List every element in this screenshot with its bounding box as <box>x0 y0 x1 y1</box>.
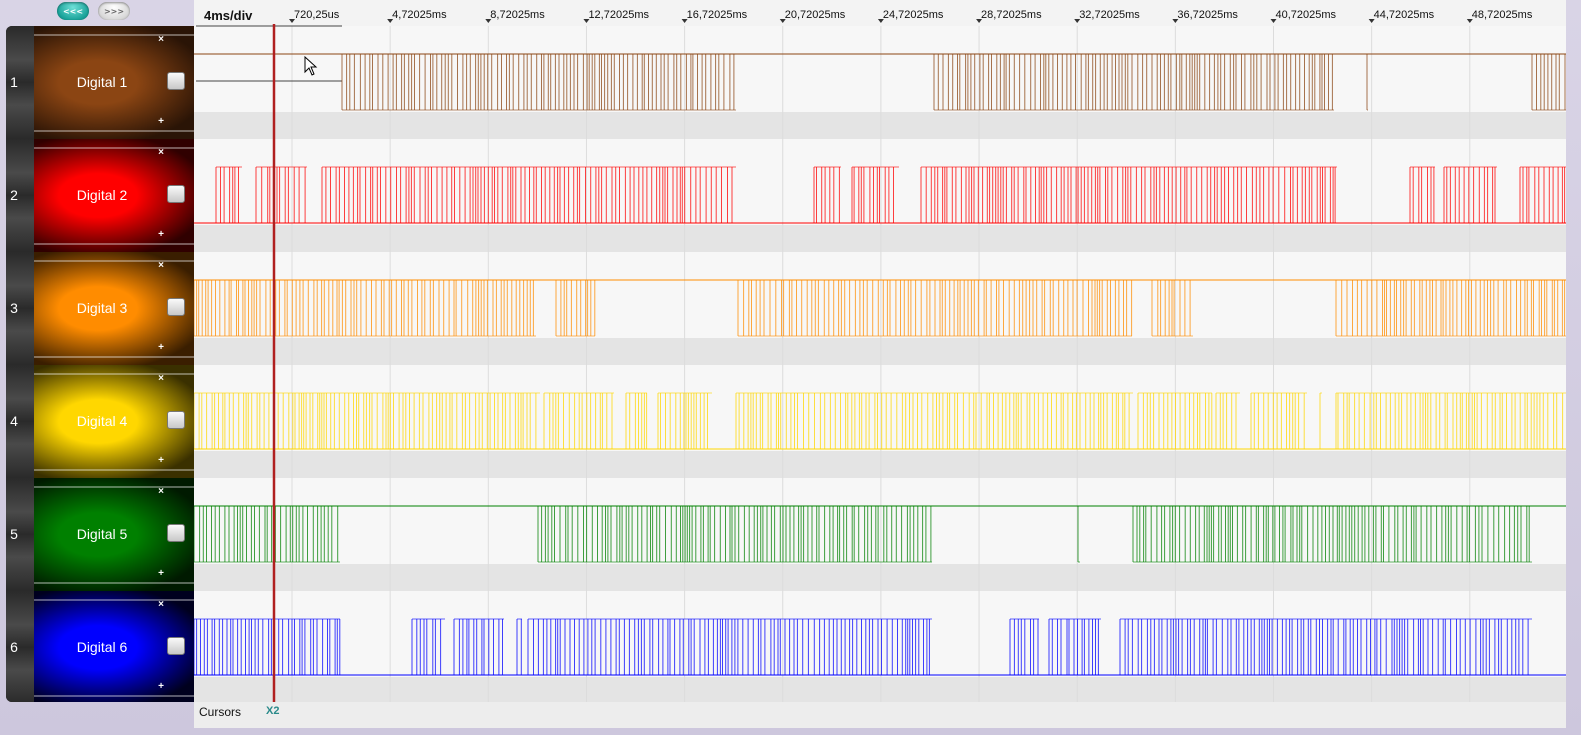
channel-select-checkbox[interactable] <box>167 411 185 429</box>
channel-gloss-top <box>34 599 194 601</box>
lane-footer-band <box>194 112 1566 139</box>
channel-label: Digital 5 <box>76 526 128 542</box>
channel-gloss-top <box>34 34 194 36</box>
channel-number: 6 <box>10 639 18 655</box>
channel-row-2[interactable]: 2 Digital 2 × + <box>6 139 194 252</box>
channel-select-checkbox[interactable] <box>167 72 185 90</box>
channel-gloss-bottom <box>34 469 194 471</box>
channel-label: Digital 6 <box>76 639 128 655</box>
close-channel-icon[interactable]: × <box>156 599 166 610</box>
channel-select-checkbox[interactable] <box>167 298 185 316</box>
channel-gloss-top <box>34 147 194 149</box>
time-tick-label: 16,72025ms <box>687 9 748 21</box>
next-page-button[interactable]: >>> <box>98 2 130 20</box>
mouse-pointer-icon <box>304 56 318 76</box>
channel-select-checkbox[interactable] <box>167 637 185 655</box>
time-tick-label: 8,72025ms <box>490 9 545 21</box>
channel-row-6[interactable]: 6 Digital 6 × + <box>6 591 194 702</box>
channel-number: 1 <box>10 74 18 90</box>
close-channel-icon[interactable]: × <box>156 147 166 158</box>
add-channel-icon[interactable]: + <box>156 229 166 240</box>
close-channel-icon[interactable]: × <box>156 373 166 384</box>
channel-number: 2 <box>10 187 18 203</box>
channel-gloss-bottom <box>34 243 194 245</box>
lane-footer-band <box>194 338 1566 365</box>
time-tick-label: 720,25us <box>294 9 340 21</box>
channel-row-5[interactable]: 5 Digital 5 × + <box>6 478 194 591</box>
add-channel-icon[interactable]: + <box>156 455 166 466</box>
close-channel-icon[interactable]: × <box>156 486 166 497</box>
channel-select-checkbox[interactable] <box>167 524 185 542</box>
channel-label: Digital 3 <box>76 300 128 316</box>
channel-number: 3 <box>10 300 18 316</box>
previous-page-button[interactable]: <<< <box>57 2 89 20</box>
channel-number: 4 <box>10 413 18 429</box>
time-tick-label: 36,72025ms <box>1177 9 1238 21</box>
close-channel-icon[interactable]: × <box>156 260 166 271</box>
time-tick-label: 4,72025ms <box>392 9 447 21</box>
channel-gloss-bottom <box>34 130 194 132</box>
lane-footer-band <box>194 451 1566 478</box>
time-tick-label: 48,72025ms <box>1472 9 1533 21</box>
channel-row-4[interactable]: 4 Digital 4 × + <box>6 365 194 478</box>
channel-gloss-top <box>34 373 194 375</box>
channel-row-3[interactable]: 3 Digital 3 × + <box>6 252 194 365</box>
cursor-x2-tag[interactable]: X2 <box>266 705 279 717</box>
time-tick-label: 32,72025ms <box>1079 9 1140 21</box>
lane-footer-band <box>194 564 1566 591</box>
lane-footer-band <box>194 225 1566 252</box>
add-channel-icon[interactable]: + <box>156 568 166 579</box>
channel-label: Digital 1 <box>76 74 128 90</box>
time-tick-label: 28,72025ms <box>981 9 1042 21</box>
cursors-label: Cursors <box>199 705 242 719</box>
channel-row-1[interactable]: 1 Digital 1 × + <box>6 26 194 139</box>
channel-list-panel: 1 Digital 1 × + 2 Digital 2 × + 3 Digita… <box>6 26 194 702</box>
add-channel-icon[interactable]: + <box>156 681 166 692</box>
time-tick-label: 24,72025ms <box>883 9 944 21</box>
channel-gloss-bottom <box>34 582 194 584</box>
cursor-status-strip <box>194 702 1566 728</box>
channel-number: 5 <box>10 526 18 542</box>
waveform-view[interactable]: 4ms/div 720,25us 4,72025ms 8,72025ms 12,720… <box>194 0 1566 728</box>
add-channel-icon[interactable]: + <box>156 342 166 353</box>
channel-gloss-bottom <box>34 695 194 697</box>
time-tick-label: 20,72025ms <box>785 9 846 21</box>
channel-label: Digital 2 <box>76 187 128 203</box>
close-channel-icon[interactable]: × <box>156 34 166 45</box>
time-tick-label: 12,72025ms <box>588 9 649 21</box>
channel-gloss-top <box>34 486 194 488</box>
channel-gloss-top <box>34 260 194 262</box>
add-channel-icon[interactable]: + <box>156 116 166 127</box>
logic-analyzer-window: <<< >>> 1 Digital 1 × + 2 Digital 2 × + … <box>0 0 1581 735</box>
time-tick-label: 40,72025ms <box>1276 9 1337 21</box>
lane-footer-band <box>194 677 1566 704</box>
channel-select-checkbox[interactable] <box>167 185 185 203</box>
channel-gloss-bottom <box>34 356 194 358</box>
time-tick-label: 44,72025ms <box>1374 9 1435 21</box>
waveform-canvas[interactable]: 720,25us 4,72025ms 8,72025ms 12,72025ms 16,7… <box>194 0 1566 728</box>
channel-label: Digital 4 <box>76 413 128 429</box>
